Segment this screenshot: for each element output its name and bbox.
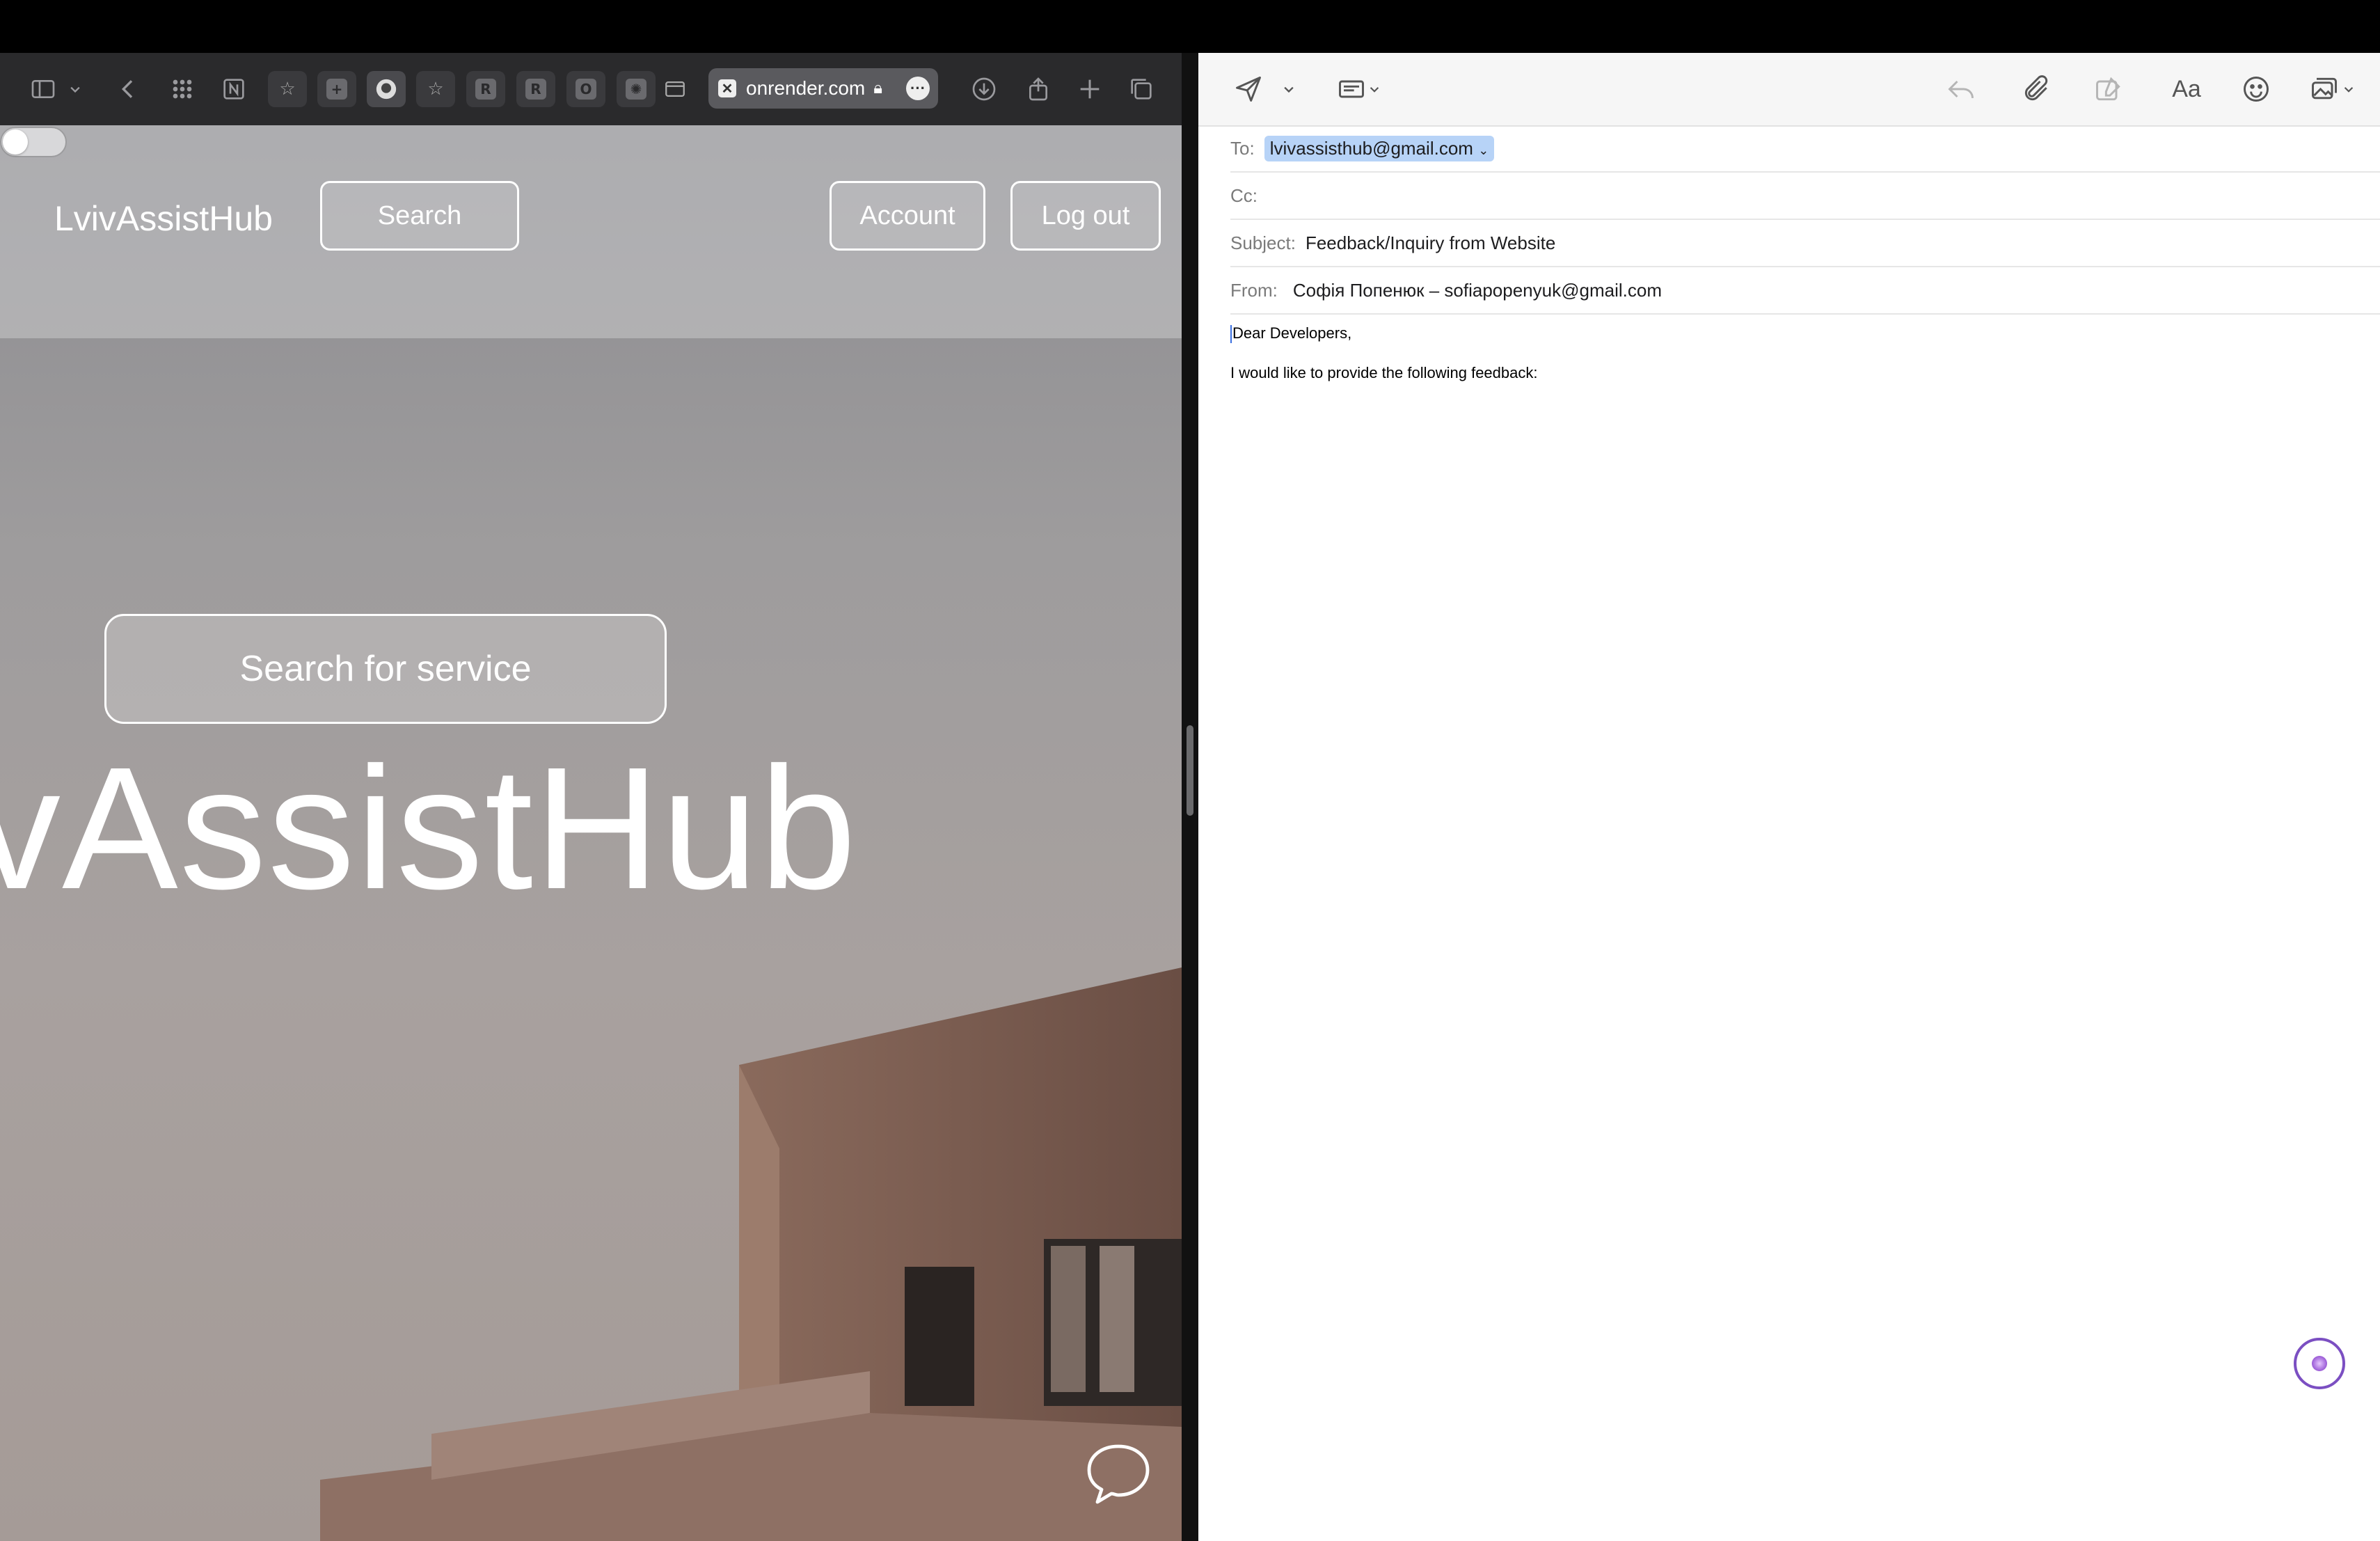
webpage: LvivAssistHub Search Account Log out Sea…: [0, 125, 1182, 1541]
cc-field[interactable]: Cc:: [1230, 173, 2380, 220]
lock-icon: 🔒︎: [873, 79, 882, 97]
message-body[interactable]: Dear Developers, I would like to provide…: [1230, 324, 1537, 383]
account-button[interactable]: Account: [830, 181, 985, 251]
text-cursor: [1230, 325, 1232, 344]
split-view-divider[interactable]: [1182, 53, 1198, 1541]
format-text-icon[interactable]: Aa: [2166, 72, 2207, 106]
emoji-icon[interactable]: [2239, 72, 2273, 106]
tab-r-label-2: R: [525, 79, 546, 100]
tab-r-label: R: [475, 79, 496, 100]
download-icon[interactable]: [967, 72, 1001, 106]
logout-button[interactable]: Log out: [1010, 181, 1161, 251]
send-options-chevron-icon[interactable]: [1279, 72, 1299, 106]
more-options-icon[interactable]: ···: [906, 77, 930, 100]
search-for-service-button[interactable]: Search for service: [104, 614, 667, 724]
address-text: onrender.com: [746, 77, 866, 99]
tab-r-icon[interactable]: R: [466, 71, 505, 107]
openai-icon[interactable]: ✺: [617, 71, 656, 107]
back-icon[interactable]: [111, 72, 145, 106]
photo-chevron-icon[interactable]: [2340, 72, 2358, 106]
feedback-line: I would like to provide the following fe…: [1230, 364, 1538, 382]
from-value[interactable]: Софія Попенюк – sofiapopenyuk@gmail.com: [1293, 280, 1662, 301]
format-text-label: Aa: [2172, 75, 2201, 102]
safari-toolbar: ☆ + ☆ R R O ✺ ✕ onrender.com 🔒︎ ···: [0, 53, 1182, 127]
send-icon[interactable]: [1232, 72, 1265, 106]
reply-icon[interactable]: [1944, 72, 1978, 106]
markup-icon[interactable]: [2092, 72, 2125, 106]
bookmark-star-icon-2[interactable]: ☆: [416, 71, 455, 107]
tab-overview-icon[interactable]: [1125, 72, 1158, 106]
calendar-tab-icon[interactable]: +: [317, 71, 356, 107]
search-button[interactable]: Search: [320, 181, 519, 251]
site-logo[interactable]: LvivAssistHub: [54, 198, 273, 239]
hero-title: vAssistHub: [0, 731, 858, 925]
new-tab-icon[interactable]: [1073, 72, 1106, 106]
site-header: LvivAssistHub Search Account Log out: [0, 125, 1182, 338]
recipient-address: lvivassisthub@gmail.com: [1269, 137, 1473, 159]
subject-value[interactable]: Feedback/Inquiry from Website: [1306, 232, 1555, 254]
cc-label: Cc:: [1230, 184, 1258, 206]
github-icon[interactable]: [367, 71, 406, 107]
to-label: To:: [1230, 137, 1255, 159]
theme-toggle[interactable]: [0, 127, 67, 157]
assistant-icon[interactable]: [2294, 1338, 2345, 1389]
subject-label: Subject:: [1230, 232, 1296, 253]
sidebar-toggle-icon[interactable]: [26, 72, 60, 106]
close-tab-icon[interactable]: ✕: [718, 79, 736, 97]
chat-bubble-icon[interactable]: [1082, 1438, 1155, 1510]
safari-window: ☆ + ☆ R R O ✺ ✕ onrender.com 🔒︎ ··· Lviv…: [0, 53, 1182, 1541]
address-bar[interactable]: ✕ onrender.com 🔒︎ ···: [708, 68, 938, 109]
to-field[interactable]: To: lvivassisthub@gmail.com ⌄: [1230, 125, 2380, 173]
header-fields-chevron-icon[interactable]: [1365, 72, 1383, 106]
from-field[interactable]: From: Софія Попенюк – sofiapopenyuk@gmai…: [1230, 267, 2380, 315]
apps-grid-icon[interactable]: [166, 72, 199, 106]
chevron-down-icon: ⌄: [1478, 143, 1489, 157]
share-icon[interactable]: [1022, 72, 1055, 106]
mail-toolbar: Aa: [1198, 53, 2380, 127]
tab-o-label: O: [576, 79, 596, 100]
header-fields-icon[interactable]: [1335, 72, 1368, 106]
recipient-chip[interactable]: lvivassisthub@gmail.com ⌄: [1264, 135, 1495, 161]
greeting-line: Dear Developers,: [1232, 324, 1352, 342]
attachment-icon[interactable]: [2020, 72, 2053, 106]
from-label: From:: [1230, 279, 1278, 301]
subject-field[interactable]: Subject: Feedback/Inquiry from Website: [1230, 220, 2380, 267]
photo-browser-icon[interactable]: [2308, 72, 2341, 106]
notion-icon[interactable]: [217, 72, 251, 106]
window-tab-icon[interactable]: [656, 71, 695, 107]
mail-compose-window: Aa To: lvivassisthub@gmail.com ⌄ Cc: Sub…: [1198, 53, 2380, 1541]
tab-r-icon-2[interactable]: R: [516, 71, 555, 107]
bookmark-star-icon[interactable]: ☆: [268, 71, 307, 107]
tab-o-icon[interactable]: O: [566, 71, 605, 107]
chevron-down-icon[interactable]: [65, 72, 85, 106]
